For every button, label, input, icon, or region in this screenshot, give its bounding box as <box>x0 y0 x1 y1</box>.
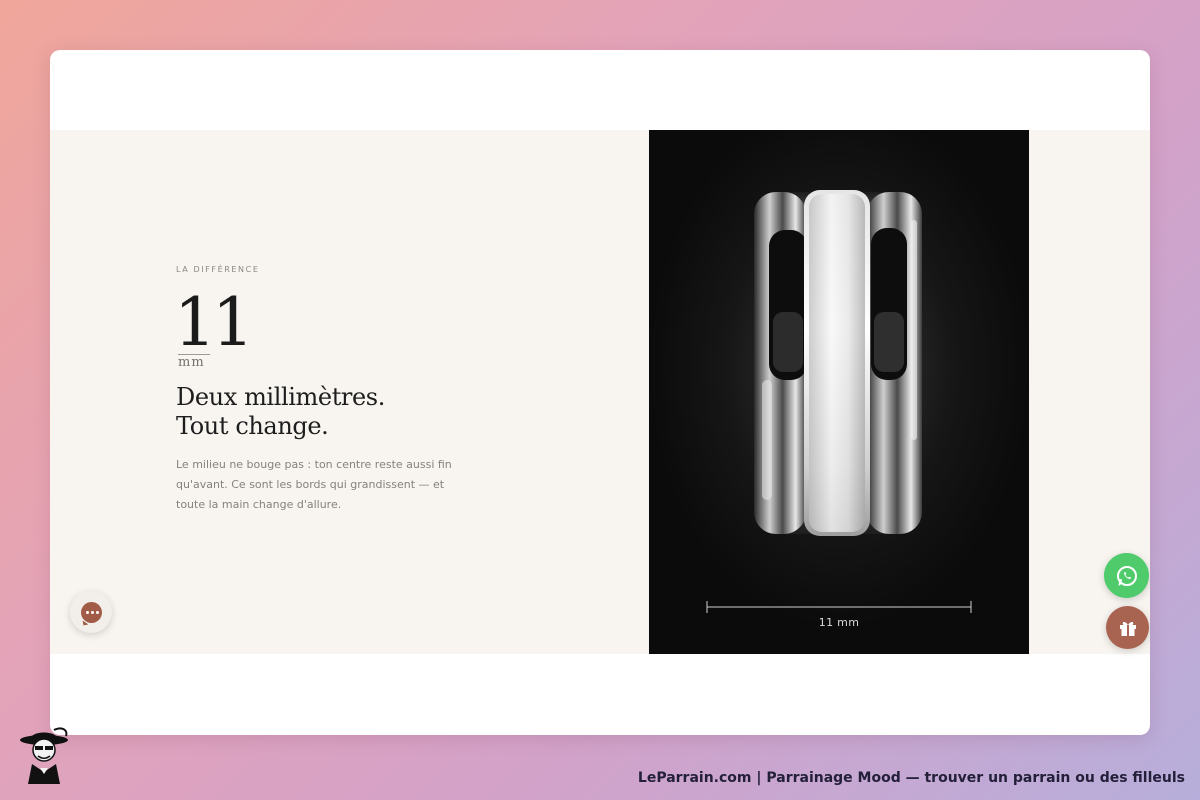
section-headline: Deux millimètres. Tout change. <box>176 383 385 441</box>
width-unit: mm <box>178 355 205 370</box>
section-eyebrow: LA DIFFÉRENCE <box>176 265 260 274</box>
gift-button[interactable] <box>1106 606 1149 649</box>
whatsapp-button[interactable] <box>1104 553 1149 598</box>
footer-caption: LeParrain.com | Parrainage Mood — trouve… <box>637 770 1185 786</box>
chat-bubble-icon <box>80 601 102 623</box>
section-body: Le milieu ne bouge pas : ton centre rest… <box>176 458 452 511</box>
whatsapp-icon <box>1116 565 1137 586</box>
ring-illustration <box>649 130 1029 654</box>
measure-label: 11 mm <box>818 616 860 629</box>
gift-icon <box>1119 621 1136 636</box>
browser-window: LA DIFFÉRENCE 11 mm Deux millimètres. To… <box>50 50 1150 735</box>
chat-button[interactable] <box>70 591 112 633</box>
ring-photo: 11 mm <box>649 130 1029 654</box>
headline-line-2: Tout change. <box>176 412 329 440</box>
width-number: 11 <box>174 284 254 361</box>
headline-line-1: Deux millimètres. <box>176 383 385 411</box>
leparrain-logo-icon <box>20 727 68 784</box>
